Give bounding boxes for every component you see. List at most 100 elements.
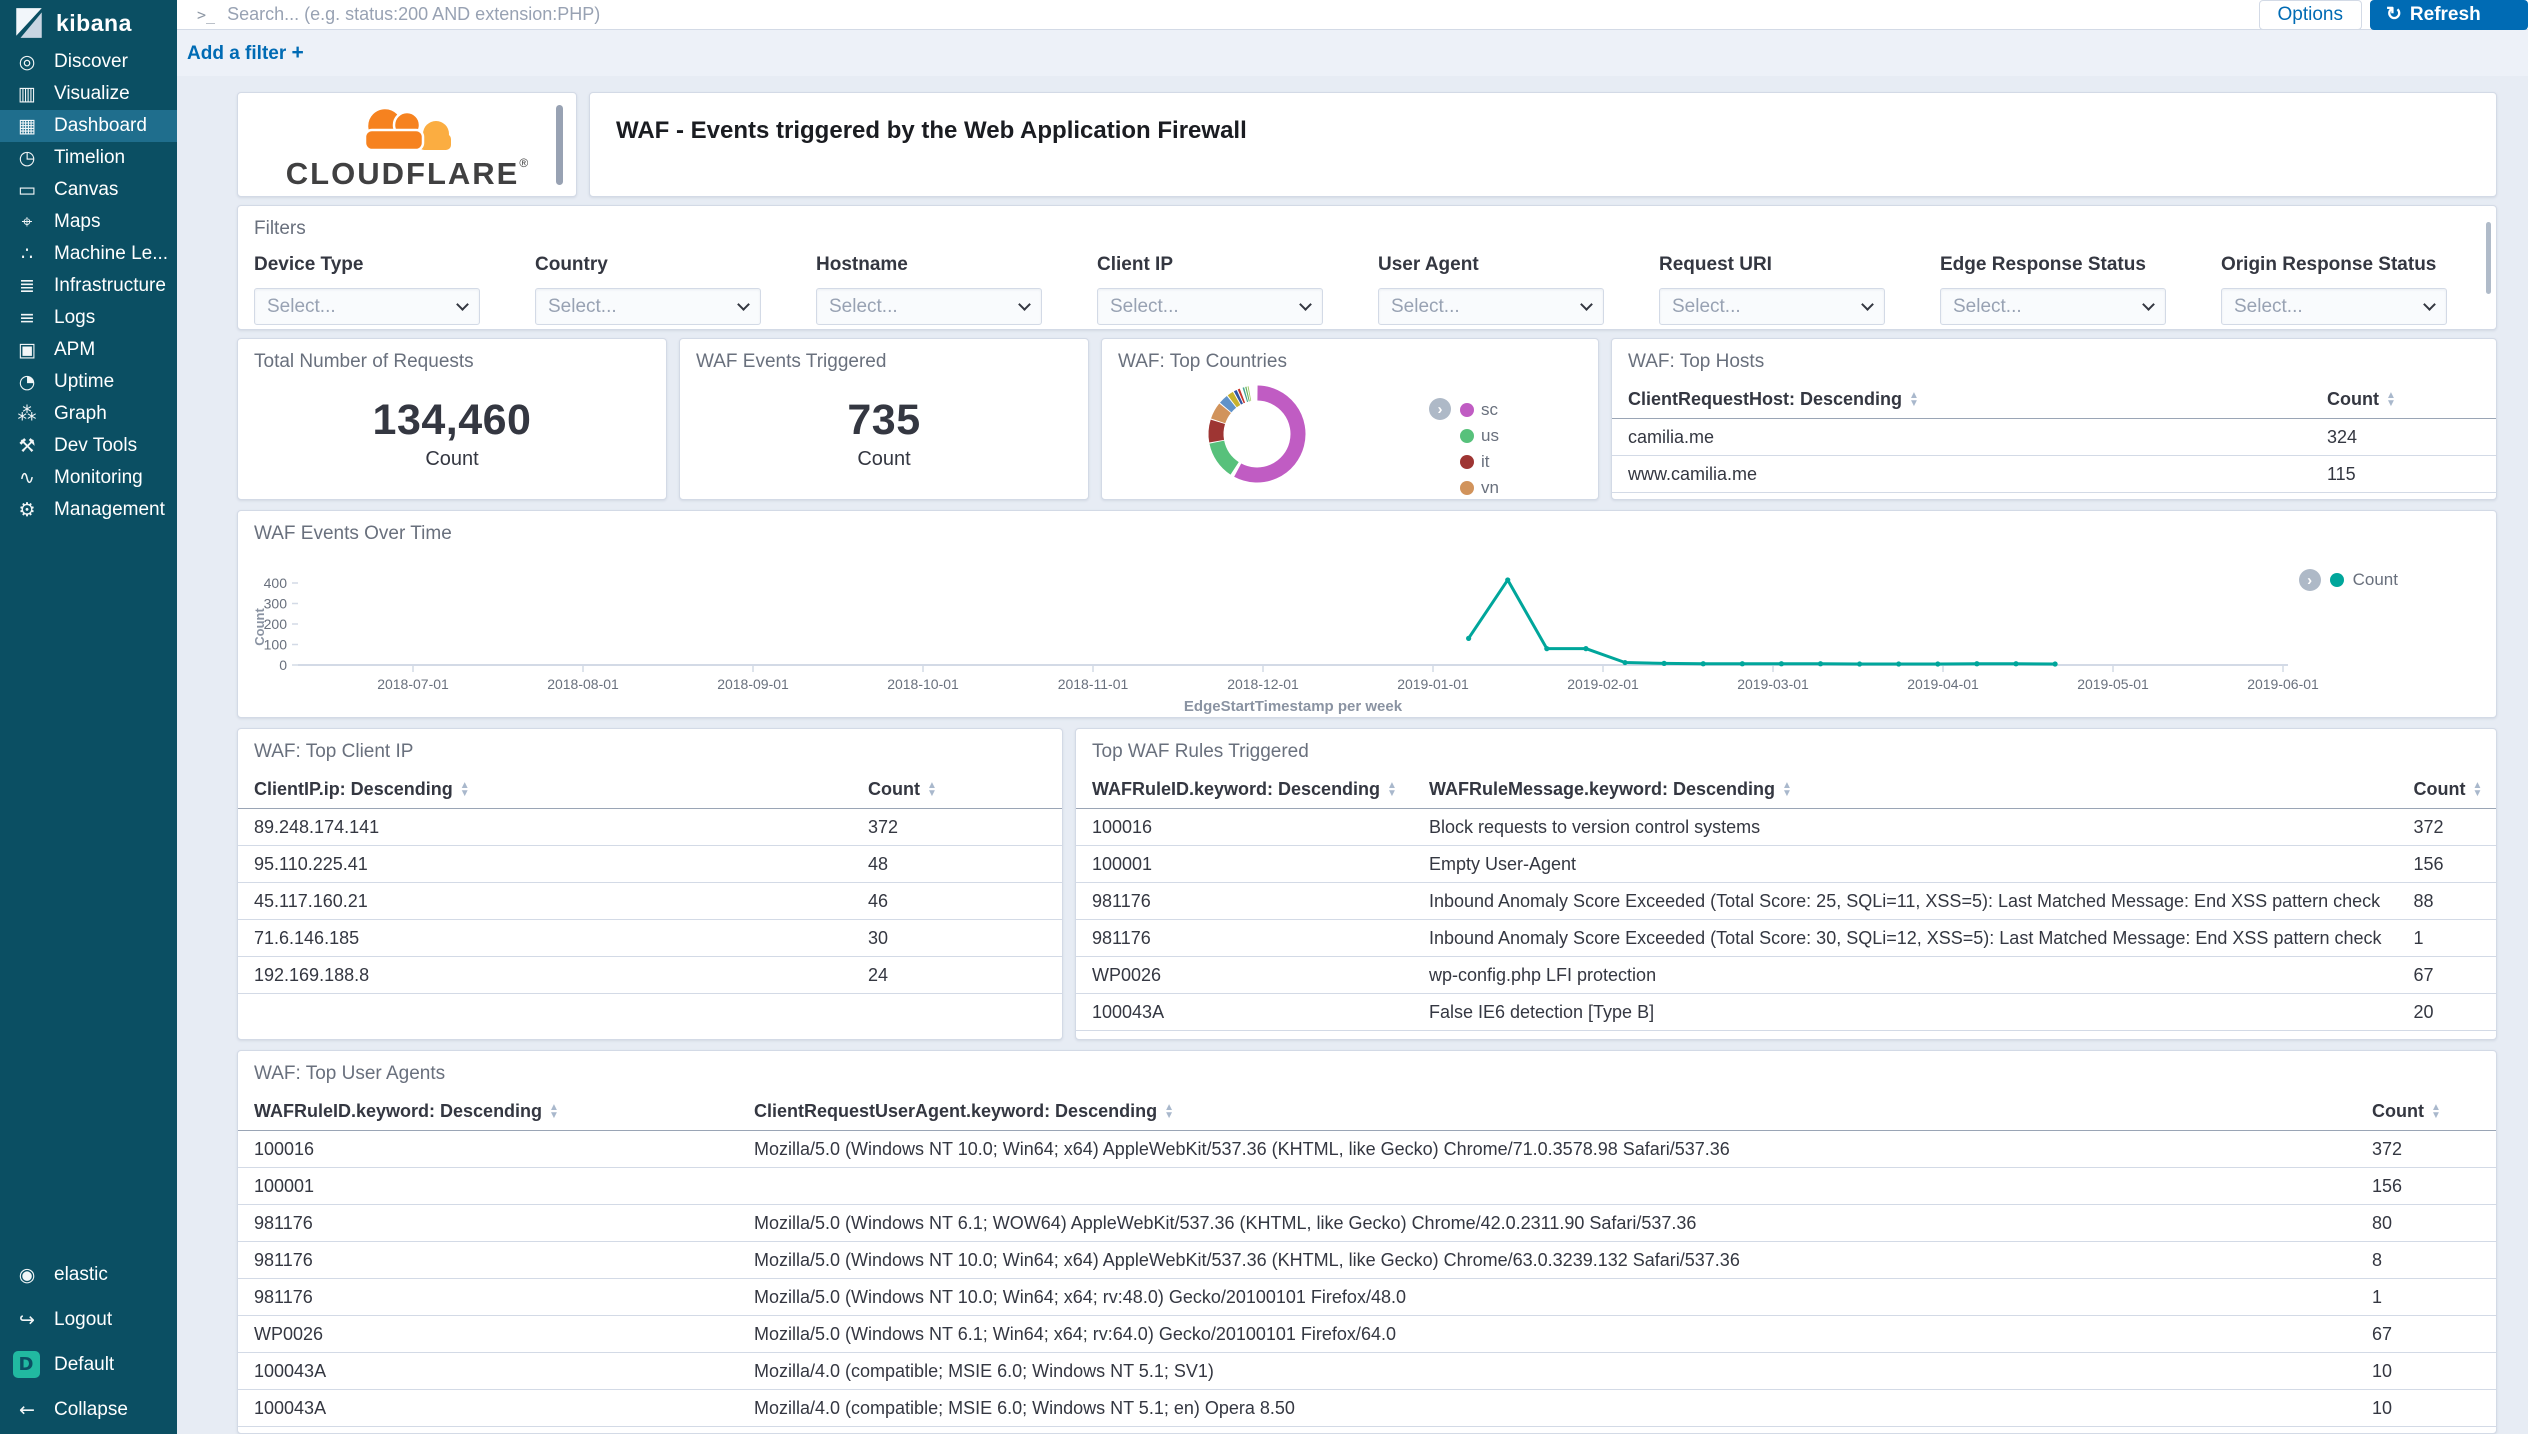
panel-scrollbar[interactable] bbox=[2486, 222, 2491, 294]
data-point[interactable] bbox=[1505, 577, 1510, 582]
sidebar-item-dashboard[interactable]: ▦Dashboard bbox=[0, 110, 177, 142]
sidebar-item-management[interactable]: ⚙Management bbox=[0, 494, 177, 526]
sort-icon[interactable]: ▲▼ bbox=[1782, 782, 1792, 798]
data-point[interactable] bbox=[1857, 661, 1862, 666]
sort-icon[interactable]: ▲▼ bbox=[2386, 392, 2396, 408]
donut-slice[interactable] bbox=[1232, 398, 1236, 401]
donut-slice-it[interactable] bbox=[1216, 422, 1218, 441]
select-placeholder: Select... bbox=[1672, 296, 1741, 318]
sort-icon[interactable]: ▲▼ bbox=[2473, 782, 2483, 798]
column-header-clientrequestuseragent-keyword-descending[interactable]: ClientRequestUserAgent.keyword: Descendi… bbox=[738, 1089, 2356, 1131]
countries-donut-chart[interactable] bbox=[1196, 373, 1318, 495]
column-header-clientip-ip-descending[interactable]: ClientIP.ip: Descending▲▼ bbox=[238, 767, 852, 809]
column-header-clientrequesthost-descending[interactable]: ClientRequestHost: Descending▲▼ bbox=[1612, 377, 2311, 419]
count-series-label[interactable]: Count bbox=[2353, 570, 2398, 590]
sort-icon[interactable]: ▲▼ bbox=[927, 782, 937, 798]
data-point[interactable] bbox=[1622, 660, 1627, 665]
add-filter-link[interactable]: Add a filter + bbox=[187, 41, 304, 65]
refresh-button[interactable]: ↻ Refresh bbox=[2370, 0, 2528, 30]
count-series-line[interactable] bbox=[1469, 580, 2056, 664]
column-header-wafrulemessage-keyword-descending[interactable]: WAFRuleMessage.keyword: Descending▲▼ bbox=[1413, 767, 2398, 809]
data-point[interactable] bbox=[1935, 661, 1940, 666]
sidebar-item-logout[interactable]: ↪Logout bbox=[0, 1297, 177, 1342]
sidebar-item-maps[interactable]: ⌖Maps bbox=[0, 206, 177, 238]
filter-select-origin-response-status[interactable]: Select... bbox=[2221, 288, 2447, 325]
column-header-wafruleid-keyword-descending[interactable]: WAFRuleID.keyword: Descending▲▼ bbox=[238, 1089, 738, 1131]
events-line-chart[interactable]: 01002003004002018-07-012018-08-012018-09… bbox=[248, 547, 2458, 715]
data-point[interactable] bbox=[1544, 646, 1549, 651]
legend-item-sc[interactable]: sc bbox=[1460, 397, 1499, 423]
data-point[interactable] bbox=[1896, 661, 1901, 666]
sort-icon[interactable]: ▲▼ bbox=[1909, 392, 1919, 408]
sidebar-item-monitoring[interactable]: ∿Monitoring bbox=[0, 462, 177, 494]
sidebar-item-dev-tools[interactable]: ⚒Dev Tools bbox=[0, 430, 177, 462]
filter-label: Client IP bbox=[1097, 254, 1323, 276]
data-point[interactable] bbox=[1701, 661, 1706, 666]
sidebar-item-discover[interactable]: ◎Discover bbox=[0, 46, 177, 78]
table-cell: 30 bbox=[852, 920, 1062, 957]
filter-select-hostname[interactable]: Select... bbox=[816, 288, 1042, 325]
data-point[interactable] bbox=[2013, 661, 2018, 666]
donut-slice-us[interactable] bbox=[1217, 442, 1235, 468]
donut-slice-sc[interactable] bbox=[1238, 393, 1298, 475]
donut-slice[interactable] bbox=[1237, 397, 1239, 398]
main-area: >_ Options ↻ Refresh Add a filter + bbox=[177, 0, 2528, 1434]
panel-scrollbar[interactable] bbox=[556, 105, 563, 185]
data-point[interactable] bbox=[1779, 661, 1784, 666]
data-point[interactable] bbox=[2052, 661, 2057, 666]
table-cell bbox=[738, 1168, 2356, 1205]
sort-icon[interactable]: ▲▼ bbox=[1164, 1104, 1174, 1120]
column-header-count[interactable]: Count▲▼ bbox=[2311, 377, 2496, 419]
data-point[interactable] bbox=[1740, 661, 1745, 666]
filter-select-device-type[interactable]: Select... bbox=[254, 288, 480, 325]
filter-select-edge-response-status[interactable]: Select... bbox=[1940, 288, 2166, 325]
sidebar-item-collapse[interactable]: ←Collapse bbox=[0, 1387, 177, 1432]
legend-expand-icon[interactable]: › bbox=[1429, 398, 1451, 420]
column-header-count[interactable]: Count▲▼ bbox=[852, 767, 1062, 809]
table-cell: 89.248.174.141 bbox=[238, 809, 852, 846]
column-header-count[interactable]: Count▲▼ bbox=[2356, 1089, 2496, 1131]
panel-title: WAF: Top Countries bbox=[1102, 339, 1598, 373]
sidebar-item-canvas[interactable]: ▭Canvas bbox=[0, 174, 177, 206]
sidebar-item-default[interactable]: DDefault bbox=[0, 1342, 177, 1387]
sidebar-item-infrastructure[interactable]: ≣Infrastructure bbox=[0, 270, 177, 302]
data-point[interactable] bbox=[1818, 661, 1823, 666]
table-cell: Inbound Anomaly Score Exceeded (Total Sc… bbox=[1413, 883, 2398, 920]
legend-item-vn[interactable]: vn bbox=[1460, 475, 1499, 500]
sidebar-item-apm[interactable]: ▣APM bbox=[0, 334, 177, 366]
donut-slice-vn[interactable] bbox=[1218, 408, 1225, 421]
filter-select-user-agent[interactable]: Select... bbox=[1378, 288, 1604, 325]
table-cell: 981176 bbox=[238, 1205, 738, 1242]
legend-expand-icon[interactable]: › bbox=[2299, 569, 2321, 591]
sort-icon[interactable]: ▲▼ bbox=[1387, 782, 1397, 798]
filter-select-request-uri[interactable]: Select... bbox=[1659, 288, 1885, 325]
sidebar-item-logs[interactable]: ≡Logs bbox=[0, 302, 177, 334]
legend-item-us[interactable]: us bbox=[1460, 423, 1499, 449]
kibana-logo[interactable]: kibana bbox=[0, 0, 177, 46]
metric-unit: Count bbox=[857, 448, 910, 471]
sort-icon[interactable]: ▲▼ bbox=[549, 1104, 559, 1120]
filter-select-country[interactable]: Select... bbox=[535, 288, 761, 325]
sidebar-item-timelion[interactable]: ◷Timelion bbox=[0, 142, 177, 174]
sort-icon[interactable]: ▲▼ bbox=[460, 782, 470, 798]
sidebar-item-graph[interactable]: ⁂Graph bbox=[0, 398, 177, 430]
options-button[interactable]: Options bbox=[2259, 0, 2362, 30]
data-point[interactable] bbox=[1974, 661, 1979, 666]
donut-slice[interactable] bbox=[1226, 402, 1232, 408]
sidebar-item-uptime[interactable]: ◔Uptime bbox=[0, 366, 177, 398]
sort-icon[interactable]: ▲▼ bbox=[2431, 1104, 2441, 1120]
data-point[interactable] bbox=[1466, 636, 1471, 641]
sidebar-item-visualize[interactable]: ▥Visualize bbox=[0, 78, 177, 110]
sidebar-item-machine-le[interactable]: ∴Machine Le... bbox=[0, 238, 177, 270]
legend-item-it[interactable]: it bbox=[1460, 449, 1499, 475]
filter-label: Request URI bbox=[1659, 254, 1885, 276]
search-input[interactable] bbox=[215, 4, 2258, 25]
donut-slice[interactable] bbox=[1241, 396, 1243, 397]
metric: 735 Count bbox=[680, 367, 1088, 499]
data-point[interactable] bbox=[1662, 661, 1667, 666]
data-point[interactable] bbox=[1583, 646, 1588, 651]
filter-select-client-ip[interactable]: Select... bbox=[1097, 288, 1323, 325]
column-header-wafruleid-keyword-descending[interactable]: WAFRuleID.keyword: Descending▲▼ bbox=[1076, 767, 1413, 809]
sidebar-item-elastic[interactable]: ◉elastic bbox=[0, 1252, 177, 1297]
column-header-count[interactable]: Count▲▼ bbox=[2398, 767, 2497, 809]
